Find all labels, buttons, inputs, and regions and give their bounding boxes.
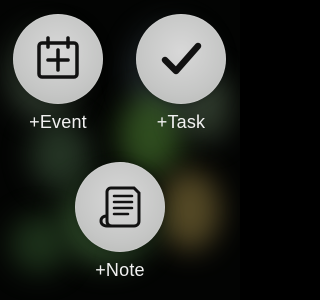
- note-scroll-icon: [94, 181, 146, 233]
- background-blur-shape: [10, 215, 68, 273]
- add-event-button[interactable]: +Event: [10, 14, 106, 132]
- add-event-label: +Event: [29, 112, 87, 132]
- add-task-circle[interactable]: [136, 14, 226, 104]
- quick-add-screen: +Event +Task +Note: [0, 0, 240, 300]
- add-note-label: +Note: [95, 260, 145, 280]
- add-event-circle[interactable]: [13, 14, 103, 104]
- add-task-label: +Task: [156, 112, 206, 132]
- checkmark-icon: [157, 35, 205, 83]
- calendar-plus-icon: [34, 35, 82, 83]
- add-note-circle[interactable]: [75, 162, 165, 252]
- add-note-button[interactable]: +Note: [72, 162, 168, 280]
- add-task-button[interactable]: +Task: [133, 14, 229, 132]
- background-blur-shape: [160, 170, 220, 250]
